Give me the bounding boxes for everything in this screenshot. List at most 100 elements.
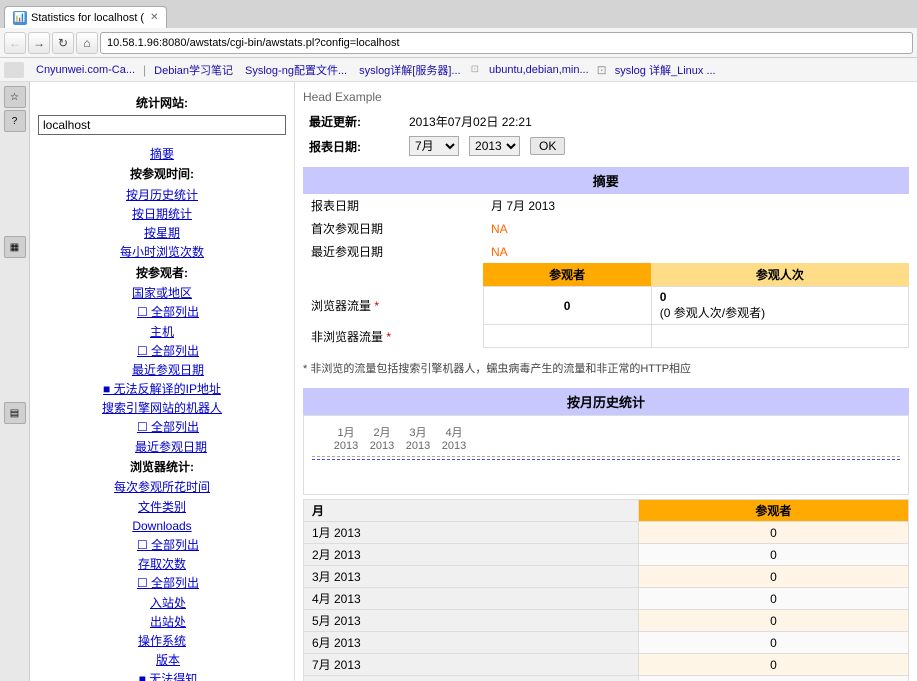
- bookmark-6[interactable]: syslog 详解_Linux ...: [611, 62, 720, 78]
- visitors-cell: 0: [638, 676, 908, 681]
- table-row: 5月 2013 0: [304, 610, 909, 632]
- tab-label: Statistics for localhost (: [31, 12, 144, 24]
- last-update-label: 最近更新:: [303, 110, 403, 133]
- nav-link-downloads-all[interactable]: ☐ 全部列出: [30, 536, 294, 555]
- bookmark-5[interactable]: ubuntu,debian,min...: [485, 64, 593, 76]
- visitors-cell: 0: [638, 654, 908, 676]
- visitors-col-header: 参观者: [483, 263, 651, 287]
- nav-link-last-visit[interactable]: 最近参观日期: [30, 361, 294, 380]
- nav-link-exit[interactable]: 出站处: [30, 613, 294, 632]
- month-col-header: 月: [304, 500, 639, 522]
- left-nav-panel: 统计网站: 摘要 按参观时间: 按月历史统计 按日期统计 按星期 每小时浏览次数…: [30, 82, 295, 681]
- visitors-cell: 0: [638, 522, 908, 544]
- nav-link-time-spent[interactable]: 每次参观所花时间: [30, 478, 294, 497]
- nav-link-country-all[interactable]: ☐ 全部列出: [30, 303, 294, 322]
- table-row: 7月 2013 0: [304, 654, 909, 676]
- head-example: Head Example: [303, 90, 909, 104]
- chart-line-1: [312, 456, 900, 457]
- tab-bar: 📊 Statistics for localhost ( ✕: [0, 0, 917, 28]
- nav-link-weekly[interactable]: 按星期: [30, 224, 294, 243]
- nav-link-robots-all[interactable]: ☐ 全部列出: [30, 418, 294, 437]
- nav-link-downloads[interactable]: Downloads: [30, 517, 294, 536]
- bookmark-2[interactable]: Debian学习笔记: [150, 62, 237, 78]
- table-row: 6月 2013 0: [304, 632, 909, 654]
- month-cell: 4月 2013: [304, 588, 639, 610]
- nav-link-monthly[interactable]: 按月历史统计: [30, 186, 294, 205]
- browser-chrome: 📊 Statistics for localhost ( ✕ ← → ↻ ⌂ C…: [0, 0, 917, 82]
- nav-link-host-all[interactable]: ☐ 全部列出: [30, 342, 294, 361]
- nav-link-robots[interactable]: 搜索引擎网站的机器人: [30, 399, 294, 418]
- home-button[interactable]: ⌂: [76, 32, 98, 54]
- nav-link-summary[interactable]: 摘要: [30, 145, 294, 164]
- nav-section: 摘要 按参观时间: 按月历史统计 按日期统计 按星期 每小时浏览次数 按参观者:…: [30, 143, 294, 681]
- month-cell: 5月 2013: [304, 610, 639, 632]
- chart-label-1: 1月2013: [332, 424, 360, 452]
- nav-link-os-unknown[interactable]: ■ 无法得知: [30, 670, 294, 681]
- nav-link-robots-last[interactable]: 最近参观日期: [30, 438, 294, 457]
- visitors-cell: 0: [638, 632, 908, 654]
- nav-link-os-version[interactable]: 版本: [30, 651, 294, 670]
- monthly-section: 按月历史统计 1月2013 2月2013 3月2013 4月2013: [303, 388, 909, 681]
- main-content: Head Example 最近更新: 2013年07月02日 22:21 报表日…: [295, 82, 917, 681]
- table-row: 2月 2013 0: [304, 544, 909, 566]
- ok-button[interactable]: OK: [530, 137, 565, 155]
- month-select[interactable]: 1月2月3月4月 5月6月7月8月 9月10月11月12月: [409, 136, 459, 156]
- month-cell: 1月 2013: [304, 522, 639, 544]
- sidebar-btn-2[interactable]: ?: [4, 110, 26, 132]
- non-browser-star: *: [386, 330, 391, 344]
- bookmark-1[interactable]: Cnyunwei.com-Ca...: [32, 64, 139, 76]
- nav-link-hourly[interactable]: 每小时浏览次数: [30, 243, 294, 262]
- visits-col-header: 参观人次: [651, 263, 908, 287]
- first-visit-label: 首次参观日期: [303, 217, 483, 240]
- stats-site-input[interactable]: [38, 115, 286, 135]
- report-date-field-value: 月 7月 2013: [483, 194, 651, 217]
- stats-site-box: 统计网站:: [38, 94, 286, 135]
- last-visit-value: NA: [483, 240, 651, 263]
- monthly-table: 月 参观者 1月 2013 0 2月 2013 0 3月 2013 0: [303, 499, 909, 681]
- bookmarks-bar: Cnyunwei.com-Ca... | Debian学习笔记 Syslog-n…: [0, 58, 917, 82]
- table-row: 3月 2013 0: [304, 566, 909, 588]
- bookmark-3[interactable]: Syslog-ng配置文件...: [241, 62, 351, 78]
- month-cell: 8月 2013: [304, 676, 639, 681]
- forward-button[interactable]: →: [28, 32, 50, 54]
- nav-link-entry[interactable]: 入站处: [30, 594, 294, 613]
- sidebar-btn-1[interactable]: ☆: [4, 86, 26, 108]
- active-tab[interactable]: 📊 Statistics for localhost ( ✕: [4, 6, 167, 28]
- browser-flow-visitors: 0: [483, 287, 651, 325]
- nav-link-access[interactable]: 存取次数: [30, 555, 294, 574]
- chart-label-4: 4月2013: [440, 424, 468, 452]
- table-row: 4月 2013 0: [304, 588, 909, 610]
- first-visit-value: NA: [483, 217, 651, 240]
- nav-link-host[interactable]: 主机: [30, 323, 294, 342]
- summary-note: * 非浏览的流量包括搜索引擎机器人，蠕虫病毒产生的流量和非正常的HTTP相应: [303, 356, 909, 380]
- chart-label-2: 2月2013: [368, 424, 396, 452]
- nav-label-visitors: 按参观者:: [30, 263, 294, 285]
- reload-button[interactable]: ↻: [52, 32, 74, 54]
- month-cell: 2月 2013: [304, 544, 639, 566]
- bookmark-4[interactable]: syslog详解[服务器]...: [355, 62, 464, 78]
- info-table: 最近更新: 2013年07月02日 22:21 报表日期: 1月2月3月4月 5…: [303, 110, 909, 159]
- nav-label-time: 按参观时间:: [30, 164, 294, 186]
- sidebar-btn-3[interactable]: ▦: [4, 236, 26, 258]
- tab-icon: 📊: [13, 11, 27, 25]
- address-bar[interactable]: [100, 32, 913, 54]
- month-cell: 3月 2013: [304, 566, 639, 588]
- month-cell: 7月 2013: [304, 654, 639, 676]
- non-browser-label: 非浏览器流量 *: [303, 325, 483, 348]
- chart-labels: 1月2013 2月2013 3月2013 4月2013: [312, 424, 900, 452]
- chart-label-3: 3月2013: [404, 424, 432, 452]
- year-select[interactable]: 2013: [469, 136, 520, 156]
- nav-link-access-all[interactable]: ☐ 全部列出: [30, 574, 294, 593]
- browser-sidebar: ☆ ? ▦ ▤: [0, 82, 30, 681]
- nav-link-daily[interactable]: 按日期统计: [30, 205, 294, 224]
- sidebar-btn-4[interactable]: ▤: [4, 402, 26, 424]
- report-date-label: 报表日期:: [303, 133, 403, 159]
- table-row: 8月 2013 0: [304, 676, 909, 681]
- nav-link-country[interactable]: 国家或地区: [30, 284, 294, 303]
- tab-close-btn[interactable]: ✕: [150, 12, 158, 23]
- summary-header: 摘要: [303, 167, 909, 194]
- back-button[interactable]: ←: [4, 32, 26, 54]
- nav-link-os[interactable]: 操作系统: [30, 632, 294, 651]
- nav-link-unresolved[interactable]: ■ 无法反解译的IP地址: [30, 380, 294, 399]
- nav-link-file-type[interactable]: 文件类别: [30, 498, 294, 517]
